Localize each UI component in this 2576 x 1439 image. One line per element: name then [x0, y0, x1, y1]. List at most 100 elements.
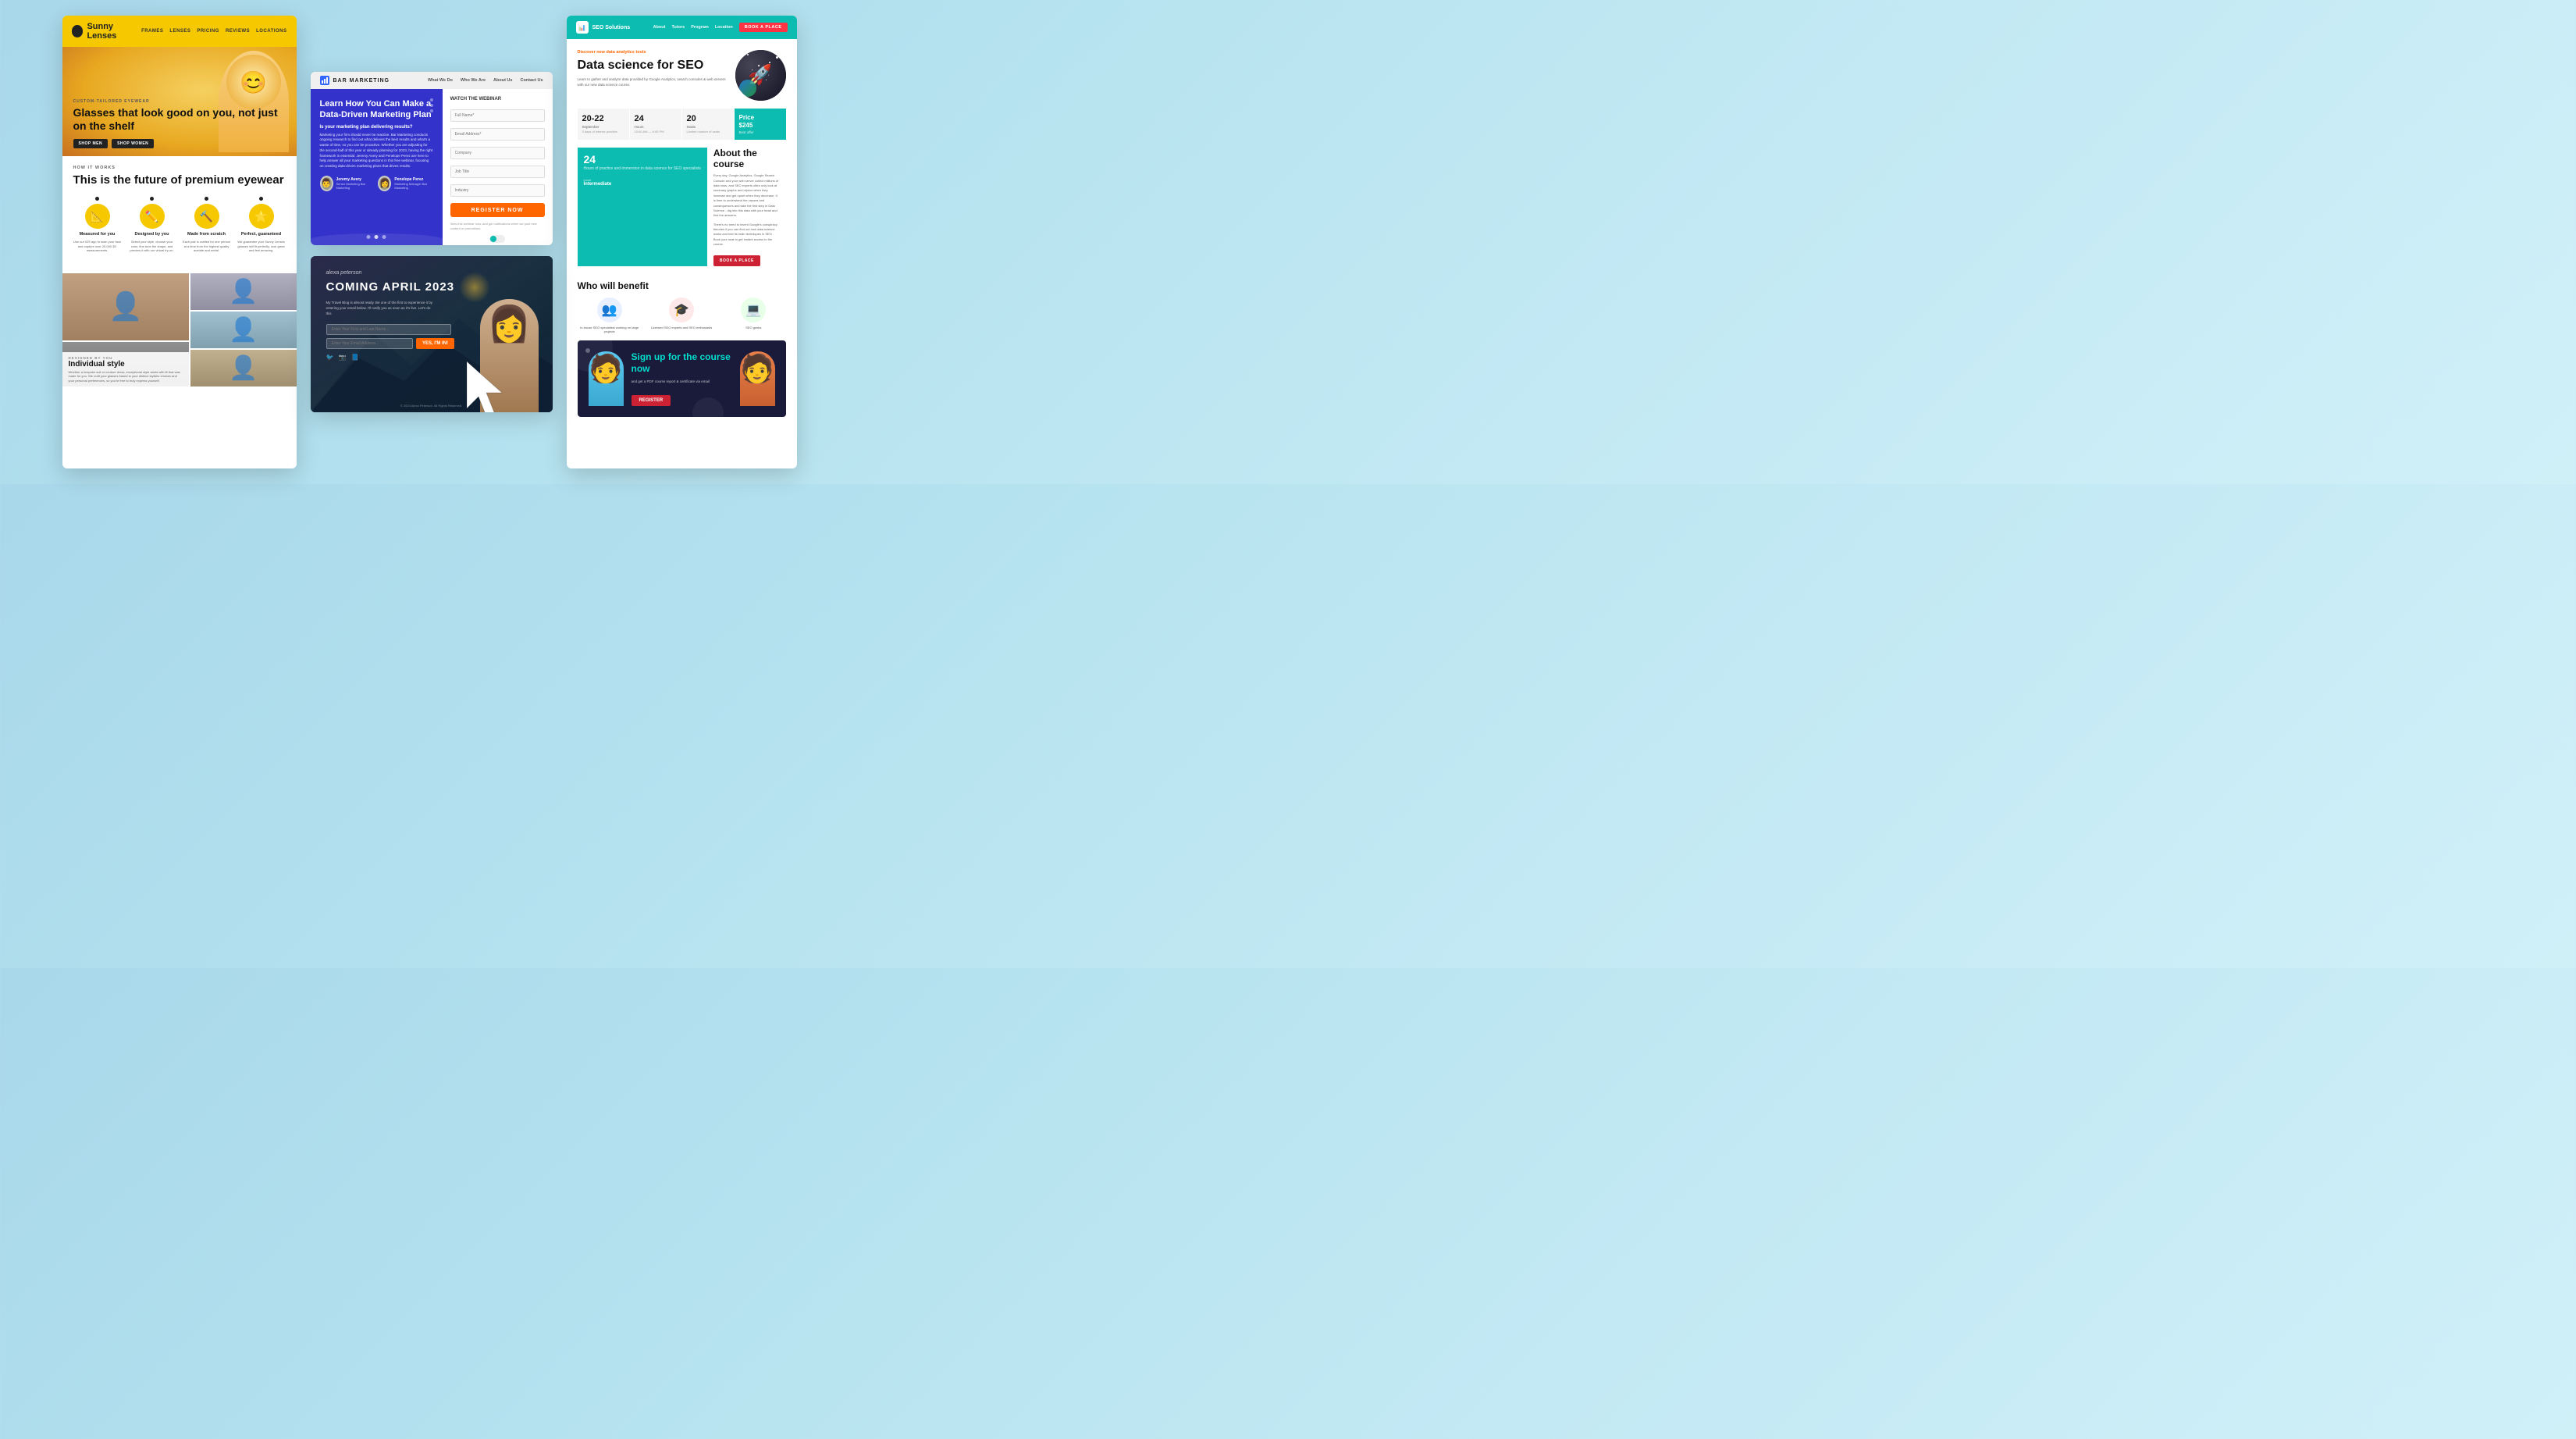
seo-book-button[interactable]: BOOK A PLACE — [739, 23, 788, 32]
seo-nav-program[interactable]: Program — [691, 25, 709, 30]
feature-dot — [205, 197, 208, 201]
seo-about: 24 Hours of practice and immersion in da… — [567, 148, 797, 273]
bm-logo[interactable]: BAR MARKETING — [320, 76, 390, 85]
stat-num-price: Price$245 — [739, 114, 781, 129]
facebook-icon[interactable]: 📘 — [350, 354, 358, 361]
hero-label: CUSTOM-TAILORED EYEWEAR — [73, 99, 286, 104]
bm-logo-icon — [320, 76, 329, 85]
seo-stat-hours: 24 Hours 10:00 AM — 6:00 PM — [630, 109, 681, 140]
seo-stat-price: Price$245 Best offer — [735, 109, 786, 140]
cs-content: alexa peterson COMING APRIL 2023 My Trav… — [326, 270, 455, 361]
about-hours-num: 24 — [584, 154, 701, 165]
features-list: 📐 Measured for you Use our iOS app to sc… — [73, 197, 286, 253]
nav-frames[interactable]: FRAMES — [141, 29, 163, 34]
about-book-button[interactable]: BOOK A PLACE — [713, 255, 760, 266]
cs-email-input[interactable] — [326, 338, 413, 349]
gallery-title: Individual style — [69, 360, 183, 369]
seo-stats: 20-22 September 3 days of intense practi… — [567, 109, 797, 148]
sl-hero: CUSTOM-TAILORED EYEWEAR Glasses that loo… — [62, 47, 297, 156]
seo-signup-text: Sign up for the course now and get a PDF… — [632, 351, 732, 406]
benefit-label-inhouse: In-house SEO specialists working on larg… — [578, 326, 642, 334]
feature-name-scratch: Made from scratch — [187, 232, 226, 237]
stat-num-hours: 24 — [635, 114, 677, 123]
signup-register-button[interactable]: REGISTER — [632, 395, 671, 406]
seo-stat-dates: 20-22 September 3 days of intense practi… — [578, 109, 629, 140]
benefit-item-licensed: 🎓 Licensed SEO experts and SEO enthusias… — [649, 297, 713, 334]
gallery-section: 👤 DESIGNED BY YOU Individual style Wheth… — [62, 273, 297, 386]
shop-men-button[interactable]: SHOP MEN — [73, 139, 109, 148]
stat-num-seats: 20 — [687, 114, 729, 123]
feature-guaranteed: ⭐ Perfect, guaranteed We guarantee your … — [237, 197, 286, 253]
feature-icon-designed: ✏️ — [140, 204, 165, 229]
nav-lenses[interactable]: LENSES — [169, 29, 190, 34]
bm-fullname-input[interactable] — [450, 109, 545, 122]
gallery-img-2: DESIGNED BY YOU Individual style Whether… — [62, 342, 190, 386]
scroll-indicator — [450, 235, 545, 243]
stat-sub-seats: Limited number of seats — [687, 130, 729, 134]
seo-logo[interactable]: 📊 SEO Solutions — [576, 21, 631, 34]
seo-benefit: Who will benefit 👥 In-house SEO speciali… — [567, 274, 797, 340]
bm-nav-about[interactable]: About Us — [493, 78, 512, 83]
seo-stat-seats: 20 Seats Limited number of seats — [682, 109, 734, 140]
how-it-works-label: HOW IT WORKS — [73, 166, 286, 170]
cs-submit-button[interactable]: YES, I'M IN! — [416, 338, 454, 349]
cs-author: alexa peterson — [326, 270, 455, 276]
bm-decoration-dots — [430, 98, 433, 112]
feature-dot — [150, 197, 154, 201]
bm-speaker-1: 👨 Jeremy Avery Senior Marketing Bar Mark… — [320, 176, 372, 191]
feature-icon-measured: 📐 — [85, 204, 110, 229]
feature-icon-guaranteed: ⭐ — [249, 204, 274, 229]
bm-nav: What We Do Who We Are About Us Contact U… — [428, 78, 543, 83]
bm-jobtitle-input[interactable] — [450, 166, 545, 178]
bar-marketing-panel: BAR MARKETING What We Do Who We Are Abou… — [311, 72, 553, 245]
seo-rocket-image: 🚀 — [735, 50, 786, 101]
bm-email-input[interactable] — [450, 128, 545, 141]
nav-pricing[interactable]: PRICING — [197, 29, 219, 34]
signup-figure-left: 🧑 — [589, 351, 624, 406]
bm-company-input[interactable] — [450, 147, 545, 159]
about-title: About the course — [713, 148, 780, 169]
sl-header: ☀ Sunny Lenses FRAMES LENSES PRICING REV… — [62, 16, 297, 47]
benefit-icon-licensed: 🎓 — [669, 297, 694, 322]
shop-women-button[interactable]: SHOP WOMEN — [112, 139, 154, 148]
seo-hero-desc: Learn to gather and analyze data provide… — [578, 77, 728, 88]
bm-nav-contact[interactable]: Contact Us — [520, 78, 543, 83]
how-it-works-section: HOW IT WORKS This is the future of premi… — [62, 156, 297, 273]
seo-nav-about[interactable]: About — [653, 25, 666, 30]
seo-panel: 📊 SEO Solutions About Tutors Program Loc… — [567, 16, 797, 468]
gallery-img-1: 👤 — [62, 273, 190, 340]
cs-name-input[interactable] — [326, 324, 451, 335]
speaker1-role: Senior Marketing Bar Marketing — [336, 182, 372, 190]
about-text2: There's no need to invent Google's consp… — [713, 223, 780, 248]
about-hours-label: Hours of practice and immersion in data … — [584, 166, 701, 172]
bm-header: BAR MARKETING What We Do Who We Are Abou… — [311, 72, 553, 89]
feature-name-guaranteed: Perfect, guaranteed — [241, 232, 281, 237]
sl-logo[interactable]: ☀ Sunny Lenses — [72, 22, 142, 41]
benefit-icon-geeks: 💻 — [741, 297, 766, 322]
middle-column: BAR MARKETING What We Do Who We Are Abou… — [311, 72, 553, 412]
seo-nav-tutors[interactable]: Tutors — [671, 25, 685, 30]
seo-header: 📊 SEO Solutions About Tutors Program Loc… — [567, 16, 797, 39]
cs-socials: 🐦 📷 📘 — [326, 354, 455, 361]
seo-signup: 🧑 Sign up for the course now and get a P… — [578, 340, 786, 417]
bm-register-button[interactable]: REGISTER NOW — [450, 203, 545, 217]
bm-industry-input[interactable] — [450, 184, 545, 197]
feature-dot — [95, 197, 99, 201]
twitter-icon[interactable]: 🐦 — [326, 354, 334, 361]
nav-locations[interactable]: LOCATIONS — [256, 29, 286, 34]
benefit-item-inhouse: 👥 In-house SEO specialists working on la… — [578, 297, 642, 334]
cursor-arrow — [467, 362, 510, 412]
feature-measured: 📐 Measured for you Use our iOS app to sc… — [73, 197, 122, 253]
bm-nav-who[interactable]: Who We Are — [461, 78, 486, 83]
benefit-icon-inhouse: 👥 — [597, 297, 622, 322]
feature-desc-designed: Select your style, choose your color, fi… — [128, 240, 176, 253]
bm-left: Learn How You Can Make a Data-Driven Mar… — [311, 89, 443, 245]
seo-nav-location[interactable]: Location — [715, 25, 733, 30]
stat-label-price: Best offer — [739, 130, 781, 134]
bm-nav-what[interactable]: What We Do — [428, 78, 453, 83]
instagram-icon[interactable]: 📷 — [338, 354, 346, 361]
gallery-side: 👤 👤 👤 — [190, 273, 296, 386]
nav-reviews[interactable]: REVIEWS — [226, 29, 250, 34]
about-level: Intermediate — [584, 182, 701, 187]
seo-logo-icon: 📊 — [576, 21, 589, 34]
